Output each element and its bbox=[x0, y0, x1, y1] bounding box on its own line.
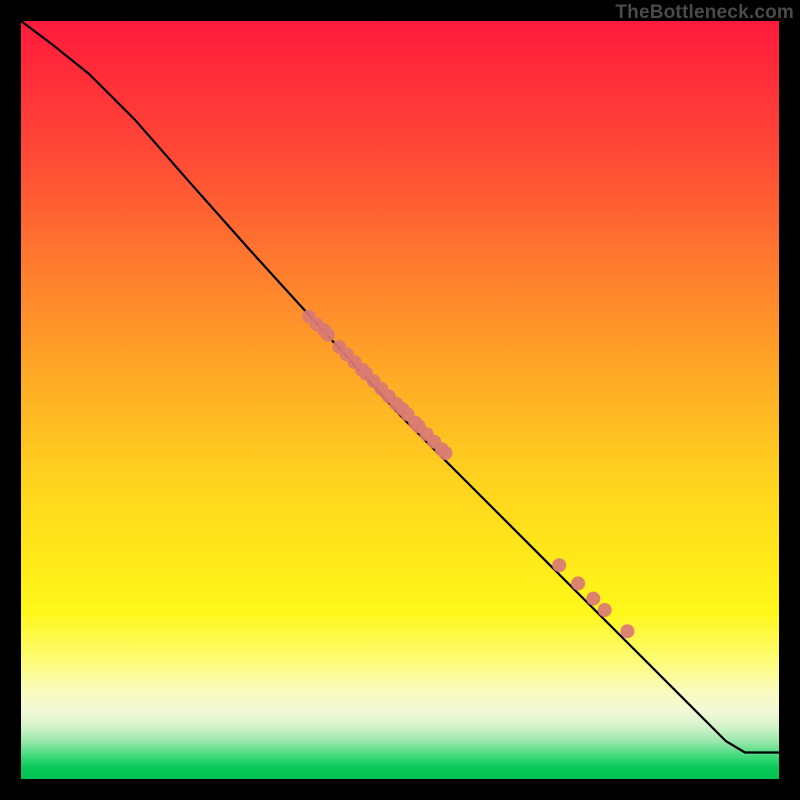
watermark-text: TheBottleneck.com bbox=[615, 2, 794, 24]
chart-background-gradient bbox=[21, 21, 779, 779]
chart-frame bbox=[21, 21, 779, 779]
